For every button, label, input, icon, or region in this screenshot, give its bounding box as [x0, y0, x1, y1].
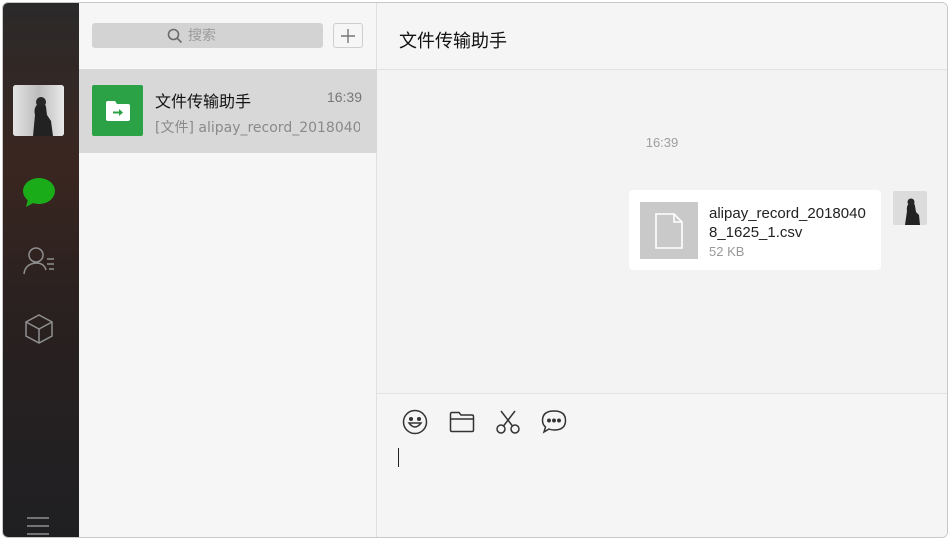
message-composer	[377, 393, 947, 537]
emoji-icon	[402, 409, 428, 435]
folder-icon	[449, 411, 475, 433]
favorites-box-icon	[24, 313, 54, 350]
send-file-button[interactable]	[448, 408, 476, 436]
conversation-title: 文件传输助手	[399, 31, 507, 52]
chat-history-button[interactable]	[540, 408, 568, 436]
message-timestamp: 16:39	[645, 135, 679, 150]
search-box[interactable]	[92, 23, 323, 48]
nav-rail	[3, 3, 79, 537]
chat-item-name: 文件传输助手	[155, 92, 252, 111]
chat-list-panel: 文件传输助手 16:39 [文件] alipay_record_2018040.…	[79, 3, 377, 537]
user-avatar[interactable]	[13, 85, 64, 136]
file-message-bubble[interactable]: alipay_record_20180408_1625_1.csv 52 KB	[629, 190, 881, 270]
file-thumb	[640, 202, 698, 259]
message-input[interactable]	[397, 444, 927, 527]
menu-icon	[25, 517, 51, 537]
folder-transfer-icon	[105, 100, 131, 122]
chat-item-time: 16:39	[326, 89, 362, 105]
add-chat-button[interactable]	[333, 23, 363, 48]
file-size: 52 KB	[709, 244, 745, 259]
sender-avatar[interactable]	[893, 191, 927, 225]
document-icon	[654, 212, 684, 250]
chat-bubble-icon	[541, 409, 567, 435]
plus-icon	[341, 28, 355, 43]
chat-nav-button[interactable]	[21, 177, 57, 213]
file-name: alipay_record_20180408_1625_1.csv	[709, 205, 866, 241]
contacts-nav-button[interactable]	[21, 245, 57, 281]
wechat-window: 文件传输助手 16:39 [文件] alipay_record_2018040.…	[2, 2, 948, 538]
favorites-nav-button[interactable]	[21, 313, 57, 349]
emoji-button[interactable]	[401, 408, 429, 436]
conversation-header: 文件传输助手	[377, 3, 947, 70]
text-caret	[398, 448, 399, 467]
chat-icon	[22, 177, 56, 214]
scissors-icon	[495, 409, 521, 435]
settings-menu-button[interactable]	[25, 515, 51, 537]
chat-list-item[interactable]: 文件传输助手 16:39 [文件] alipay_record_2018040.…	[79, 69, 377, 153]
chat-item-preview: [文件] alipay_record_2018040...	[155, 120, 360, 136]
conversation-panel: 文件传输助手 16:39 alipay_record_20180408_1625…	[377, 3, 947, 537]
screenshot-button[interactable]	[494, 408, 522, 436]
search-input[interactable]	[188, 27, 248, 44]
search-icon	[167, 28, 183, 44]
chat-item-avatar	[92, 85, 143, 136]
contacts-icon	[22, 245, 56, 282]
